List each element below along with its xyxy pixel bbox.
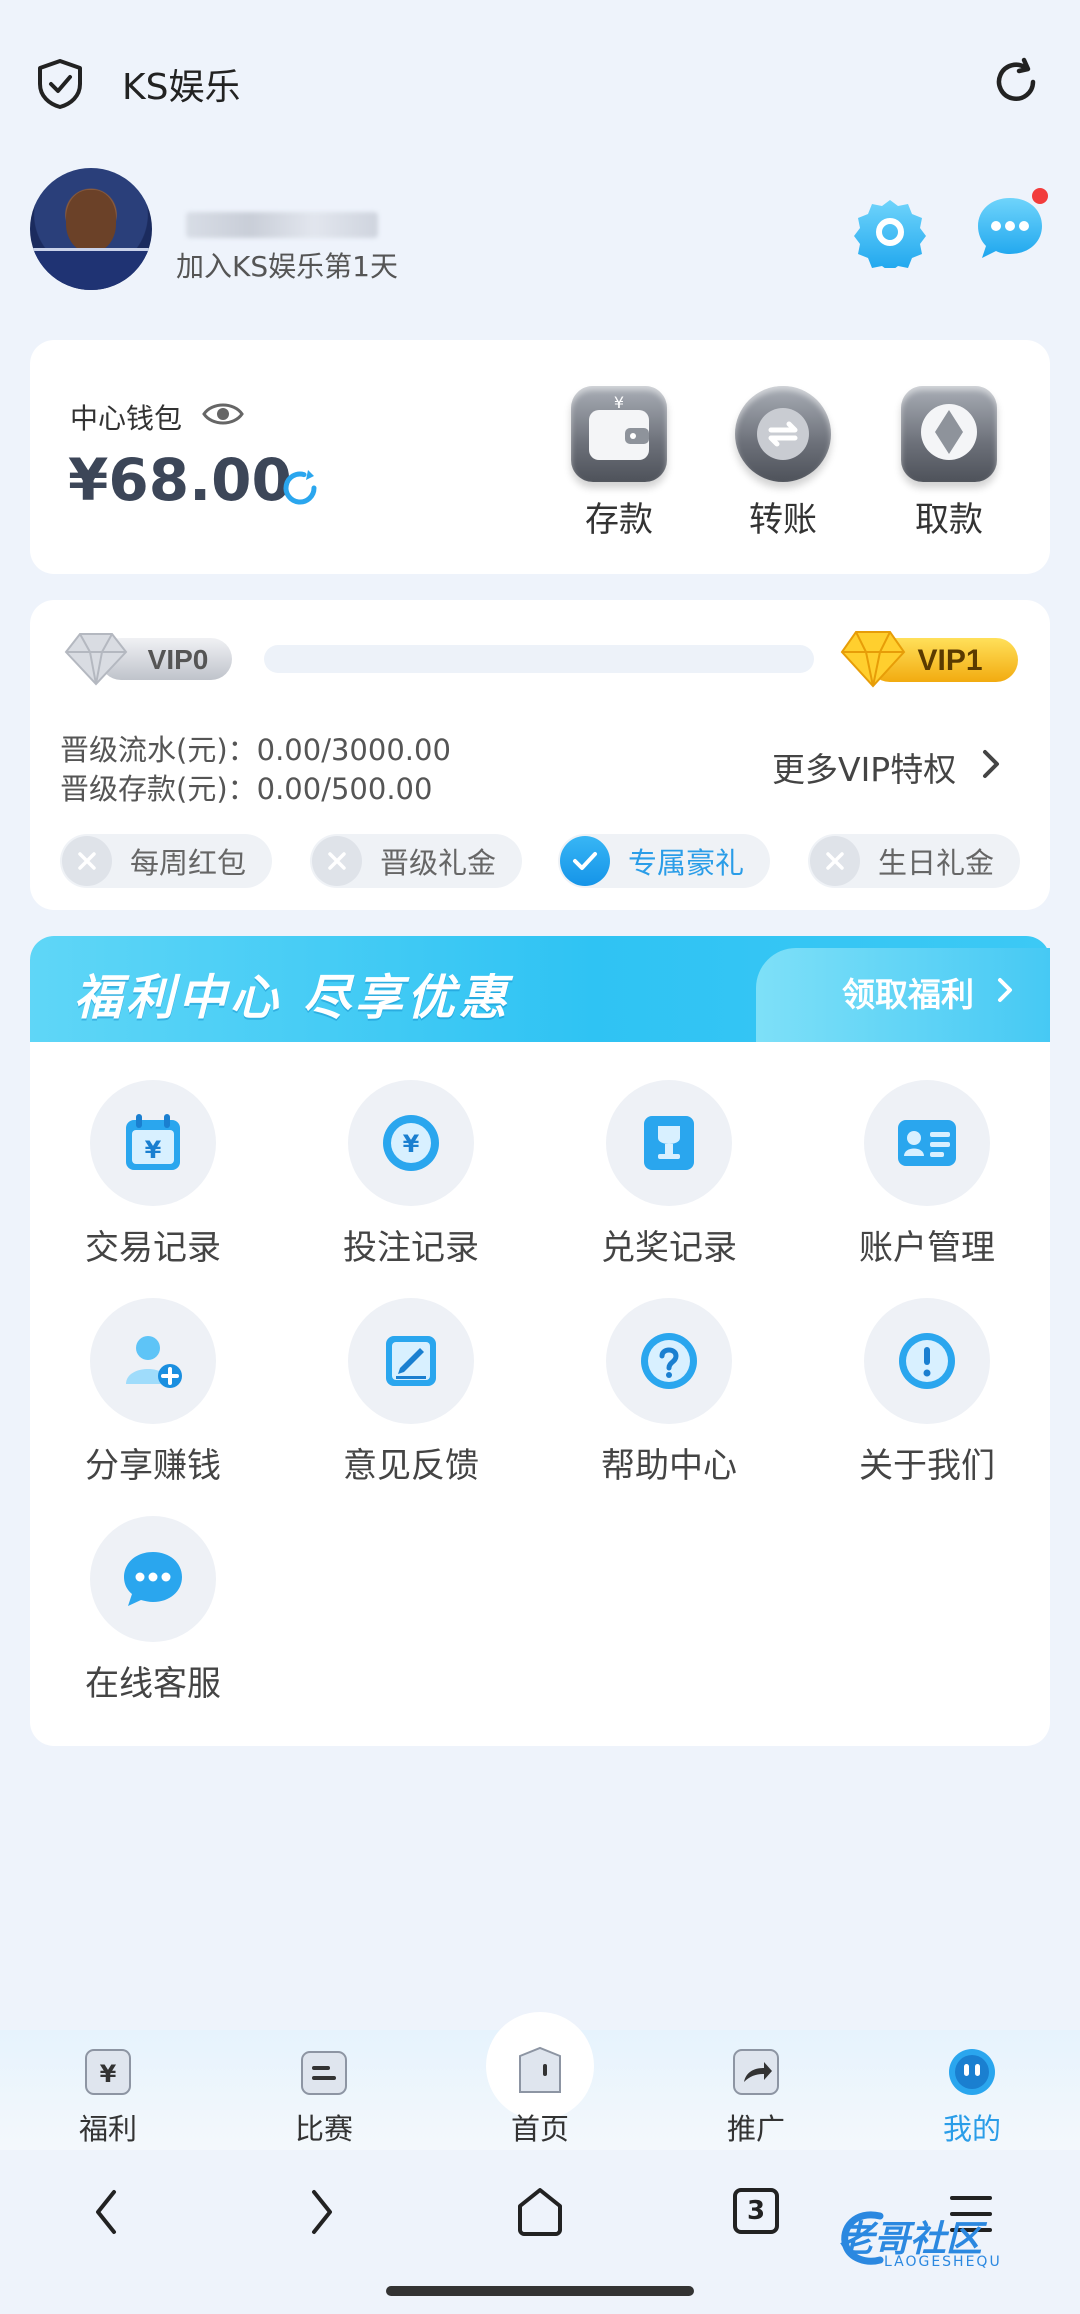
grid-label: 关于我们 xyxy=(859,1446,995,1486)
vip-current-label: VIP0 xyxy=(148,644,209,675)
perk-label: 晋级礼金 xyxy=(380,846,497,880)
svg-text:¥: ¥ xyxy=(403,1130,420,1158)
coin-yen-icon: ¥ xyxy=(383,1115,439,1171)
deposit-label: 存款 xyxy=(585,500,653,540)
tab-label: 福利 xyxy=(78,2112,137,2146)
tab-label: 比赛 xyxy=(294,2112,353,2146)
perk-exclusive-gift[interactable]: 专属豪礼 xyxy=(558,834,770,888)
tab-mine[interactable]: 我的 xyxy=(912,2046,1032,2148)
tab-label: 我的 xyxy=(942,2112,1001,2146)
home-icon xyxy=(519,2046,561,2093)
info-icon xyxy=(899,1333,955,1389)
deposit-button[interactable]: ¥ 存款 xyxy=(559,386,679,541)
check-icon xyxy=(560,836,610,886)
username-redacted xyxy=(186,212,378,238)
svg-text:¥: ¥ xyxy=(614,393,624,412)
grid-label: 意见反馈 xyxy=(343,1446,479,1486)
withdraw-button[interactable]: 取款 xyxy=(889,386,1009,541)
robot-face-icon xyxy=(949,2049,995,2095)
share-earn-item[interactable]: 分享赚钱 xyxy=(63,1298,243,1487)
account-management-item[interactable]: 账户管理 xyxy=(837,1080,1017,1269)
grid-label: 在线客服 xyxy=(85,1664,221,1704)
eye-icon[interactable] xyxy=(202,400,244,428)
grid-label: 帮助中心 xyxy=(601,1446,737,1486)
id-card-icon xyxy=(898,1120,956,1166)
help-center-item[interactable]: 帮助中心 xyxy=(579,1298,759,1487)
grid-label: 兑奖记录 xyxy=(601,1228,737,1268)
perk-label: 生日礼金 xyxy=(878,846,995,880)
share-icon xyxy=(733,2049,779,2095)
vip-deposit-text: 晋级存款(元)：0.00/500.00 xyxy=(60,772,433,806)
wallet-balance: ¥68.00 xyxy=(68,446,292,514)
x-icon xyxy=(810,836,860,886)
x-icon xyxy=(312,836,362,886)
claim-welfare-link[interactable]: 领取福利 xyxy=(842,968,974,1016)
gear-icon[interactable] xyxy=(854,196,926,268)
tab-promote[interactable]: 推广 xyxy=(696,2046,816,2148)
chat-icon xyxy=(124,1552,182,1606)
refresh-icon[interactable] xyxy=(990,56,1042,108)
feedback-icon xyxy=(386,1336,436,1386)
watermark-subtext: LAOGESHEQU xyxy=(884,2254,1002,2270)
svg-text:¥: ¥ xyxy=(145,1136,162,1164)
online-support-item[interactable]: 在线客服 xyxy=(63,1516,243,1705)
refresh-balance-icon[interactable] xyxy=(278,466,322,510)
tab-welfare[interactable]: ¥ 福利 xyxy=(48,2046,168,2148)
grid-label: 交易记录 xyxy=(85,1228,221,1268)
perk-birthday-bonus[interactable]: 生日礼金 xyxy=(808,834,1020,888)
perk-label: 每周红包 xyxy=(130,846,247,880)
shield-icon xyxy=(38,59,82,109)
tabs-count-button[interactable]: 3 xyxy=(733,2188,779,2234)
transfer-icon xyxy=(735,386,831,482)
user-add-icon xyxy=(126,1336,182,1388)
trophy-icon xyxy=(644,1116,694,1170)
welfare-yen-icon: ¥ xyxy=(85,2049,131,2095)
join-days-text: 加入KS娱乐第1天 xyxy=(176,250,398,283)
tab-label: 推广 xyxy=(726,2112,785,2146)
transfer-button[interactable]: 转账 xyxy=(723,386,843,541)
about-us-item[interactable]: 关于我们 xyxy=(837,1298,1017,1487)
vip-next-label: VIP1 xyxy=(917,644,982,677)
vip0-badge: VIP0 xyxy=(64,633,232,686)
withdraw-label: 取款 xyxy=(915,500,983,540)
grid-label: 投注记录 xyxy=(343,1228,479,1268)
avatar[interactable] xyxy=(30,168,152,290)
home-indicator[interactable] xyxy=(386,2286,694,2296)
x-icon xyxy=(62,836,112,886)
home-nav-icon[interactable] xyxy=(514,2186,566,2238)
vip-progress-bar xyxy=(264,645,814,673)
transfer-label: 转账 xyxy=(749,500,817,540)
diamond-icon xyxy=(901,386,997,482)
dragon-logo-icon xyxy=(841,2211,884,2265)
prize-records-item[interactable]: 兑奖记录 xyxy=(579,1080,759,1269)
perk-promotion-bonus[interactable]: 晋级礼金 xyxy=(310,834,522,888)
calendar-yen-icon: ¥ xyxy=(126,1114,180,1170)
app-title: KS娱乐 xyxy=(122,67,241,108)
grid-label: 分享赚钱 xyxy=(85,1446,221,1486)
grid-label: 账户管理 xyxy=(859,1228,995,1268)
wallet-icon: ¥ xyxy=(571,386,667,482)
welfare-title: 福利中心 尽享优惠 xyxy=(74,970,511,1026)
forward-icon[interactable] xyxy=(308,2188,336,2236)
notification-dot xyxy=(1032,188,1048,204)
feedback-item[interactable]: 意见反馈 xyxy=(321,1298,501,1487)
perk-label: 专属豪礼 xyxy=(628,846,745,880)
wallet-label: 中心钱包 xyxy=(70,402,183,435)
tab-home[interactable]: 首页 xyxy=(480,2046,600,2148)
perk-weekly-red-packet[interactable]: 每周红包 xyxy=(60,834,272,888)
chevron-right-icon[interactable] xyxy=(980,748,1002,780)
calendar-icon xyxy=(301,2051,347,2095)
more-vip-privileges-link[interactable]: 更多VIP特权 xyxy=(772,743,956,791)
bet-records-item[interactable]: ¥ 投注记录 xyxy=(321,1080,501,1269)
tab-label: 首页 xyxy=(510,2112,569,2146)
chevron-right-icon[interactable] xyxy=(996,976,1014,1004)
svg-text:¥: ¥ xyxy=(100,2060,117,2088)
question-icon xyxy=(641,1333,697,1389)
tab-count: 3 xyxy=(746,2196,766,2226)
vip-turnover-text: 晋级流水(元)：0.00/3000.00 xyxy=(60,733,451,767)
transaction-records-item[interactable]: ¥ 交易记录 xyxy=(63,1080,243,1269)
tab-match[interactable]: 比赛 xyxy=(264,2046,384,2148)
vip1-badge: VIP1 xyxy=(840,631,1018,688)
back-icon[interactable] xyxy=(92,2188,120,2236)
